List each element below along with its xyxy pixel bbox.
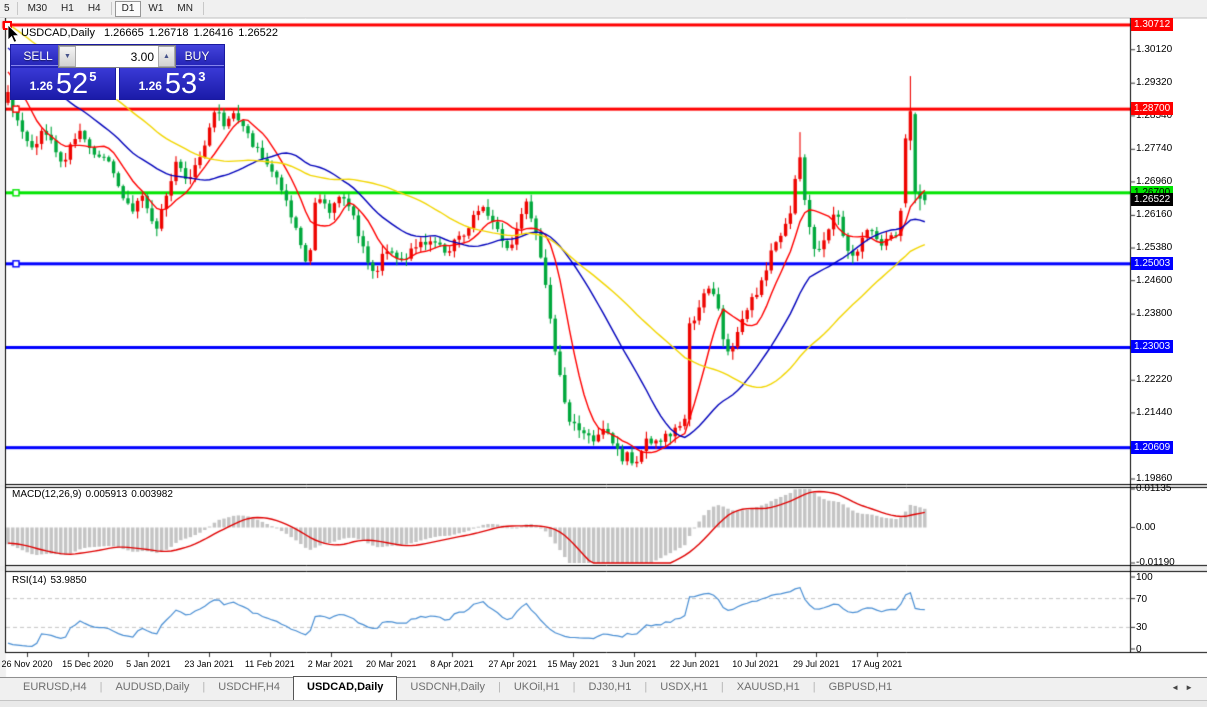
sell-button[interactable]: SELL [11,49,65,66]
buy-price-prefix: 1.26 [138,79,162,93]
date-axis-label: 8 Apr 2021 [430,659,474,669]
date-axis-label: 17 Aug 2021 [851,659,903,669]
price-axis-label: 1.21440 [1136,406,1173,418]
rsi-indicator-label: RSI(14) 53.9850 [12,575,91,586]
rsi-name: RSI(14) [12,575,47,586]
tab-usdcnh-daily[interactable]: USDCNH,Daily [397,678,498,700]
volume-increase-icon[interactable]: ▲ [158,46,175,67]
price-level-badge: 1.26522 [1131,193,1174,207]
rsi-axis-label: 100 [1136,572,1153,583]
timeframe-button-m30[interactable]: M30 [21,1,54,16]
price-axis-label: 1.25380 [1136,242,1173,254]
tab-ukoil-h1[interactable]: UKOil,H1 [501,678,573,700]
timeframe-button-h1[interactable]: H1 [54,1,81,16]
buy-price-box[interactable]: 1.26 53 3 [119,68,225,100]
macd-name: MACD(12,26,9) [12,489,82,500]
price-axis-label: 1.23800 [1136,308,1173,320]
macd-main-value: 0.005913 [85,489,128,500]
chart-symbol-label: USDCAD,Daily [21,27,95,39]
ohlc-close: 1.26522 [238,27,279,39]
date-axis-label: 27 Apr 2021 [488,659,537,669]
timeframe-button-d1[interactable]: D1 [114,0,142,17]
sell-price-big: 52 [55,68,89,100]
price-axis-label: 1.22220 [1136,374,1173,386]
toolbar-separator [16,2,18,15]
macd-axis-label: 0.00 [1136,521,1156,533]
toolbar-separator [202,2,204,15]
ohlc-low: 1.26416 [193,27,234,39]
date-axis-label: 5 Jan 2021 [126,659,171,669]
status-bar [0,700,1207,707]
toolbar-separator [110,2,112,15]
scroll-left-icon[interactable]: ◄ [1171,683,1185,692]
axis-labels-layer: MACD(12,26,9) 0.005913 0.003982 RSI(14) 53.… [0,0,1207,707]
tab-gbpusd-h1[interactable]: GBPUSD,H1 [816,678,906,700]
timeframe-button-h4[interactable]: H4 [81,1,108,16]
buy-price-sup: 3 [198,69,206,84]
price-level-badge: 1.25003 [1131,256,1174,270]
rsi-axis-label: 0 [1136,644,1142,655]
volume-decrease-icon[interactable]: ▼ [59,46,76,67]
tab-dj30-h1[interactable]: DJ30,H1 [576,678,645,700]
rsi-value: 53.9850 [50,575,87,586]
trade-panel-top-row: SELL ▼ ▲ BUY [10,44,225,68]
tab-usdchf-h4[interactable]: USDCHF,H4 [205,678,293,700]
macd-axis-label: -0.01190 [1136,557,1175,568]
date-axis-label: 22 Jun 2021 [670,659,720,669]
tab-usdcad-daily[interactable]: USDCAD,Daily [293,676,398,701]
ohlc-open: 1.26665 [103,27,144,39]
rsi-axis-label: 30 [1136,622,1148,634]
tab-usdx-h1[interactable]: USDX,H1 [647,678,721,700]
sell-price-prefix: 1.26 [29,79,53,93]
timeframe-button-w1[interactable]: W1 [141,1,170,16]
price-axis-label: 1.30120 [1136,43,1173,55]
timeframe-button-mn[interactable]: MN [170,1,200,16]
macd-signal-value: 0.003982 [131,489,173,500]
tab-eurusd-h4[interactable]: EURUSD,H4 [10,678,100,700]
price-level-badge: 1.23003 [1131,340,1174,354]
tab-scrollers: ◄► [1171,683,1199,692]
trade-panel-price-row: 1.26 52 5 1.26 53 3 [10,68,225,100]
trading-platform-window: 5 M30 H1 H4 D1 W1 MN USDCAD,Daily 1.26665 1.2671… [0,0,1207,707]
chart-tab-bar: EURUSD,H4 | AUDUSD,Daily | USDCHF,H4 USDCAD,D… [0,676,1207,701]
date-axis-label: 23 Jan 2021 [184,659,234,669]
buy-button[interactable]: BUY [170,49,224,66]
buy-price-big: 53 [164,68,198,100]
scroll-right-icon[interactable]: ► [1185,683,1199,692]
date-axis-label: 15 Dec 2020 [62,659,114,669]
date-axis-label: 26 Nov 2020 [1,659,53,669]
price-level-badge: 1.28700 [1131,102,1174,116]
volume-stepper: ▼ ▲ [58,45,176,68]
date-axis-label: 2 Mar 2021 [307,659,354,669]
sell-price-sup: 5 [89,69,97,84]
timeframe-button-partial[interactable]: 5 [0,1,14,16]
one-click-trade-panel: SELL ▼ ▲ BUY 1.26 52 5 1.26 53 3 [10,44,225,100]
mouse-cursor-icon [7,25,20,43]
price-level-badge: 1.20609 [1131,440,1174,454]
date-axis-label: 15 May 2021 [547,659,600,669]
sell-price-box[interactable]: 1.26 52 5 [10,68,116,100]
date-axis-label: 29 Jul 2021 [792,659,840,669]
macd-indicator-label: MACD(12,26,9) 0.005913 0.003982 [12,489,177,500]
chart-title: USDCAD,Daily 1.26665 1.26718 1.26416 1.26522 [21,27,283,39]
timeframe-toolbar: 5 M30 H1 H4 D1 W1 MN [0,0,1207,18]
macd-axis-label: 0.01135 [1136,483,1172,494]
price-axis-label: 1.24600 [1136,274,1173,286]
date-axis-label: 10 Jul 2021 [732,659,779,669]
ohlc-high: 1.26718 [148,27,189,39]
rsi-axis-label: 70 [1136,593,1148,605]
price-level-badge: 1.30712 [1131,17,1174,31]
price-axis-label: 1.26160 [1136,209,1173,221]
price-axis-label: 1.29320 [1136,77,1173,89]
date-axis-label: 11 Feb 2021 [244,659,295,669]
date-axis-label: 3 Jun 2021 [611,659,657,669]
tab-xauusd-h1[interactable]: XAUUSD,H1 [724,678,813,700]
date-axis-label: 20 Mar 2021 [365,659,417,669]
volume-input[interactable] [76,46,158,67]
price-axis-label: 1.27740 [1136,143,1173,155]
tab-audusd-daily[interactable]: AUDUSD,Daily [102,678,202,700]
